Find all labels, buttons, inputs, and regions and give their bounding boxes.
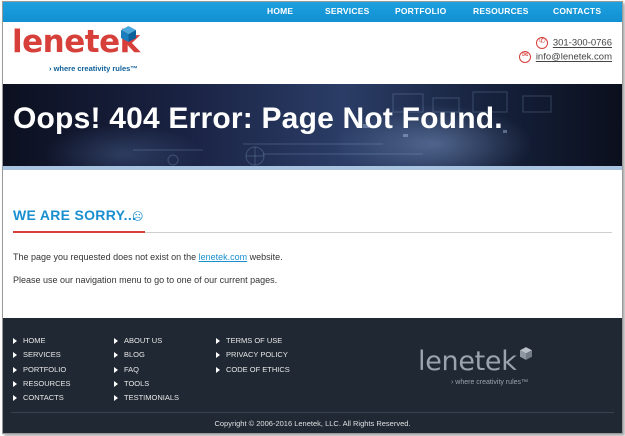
heading-underline — [145, 232, 612, 233]
nav-contacts[interactable]: CONTACTS — [553, 6, 601, 16]
footer-link-contacts[interactable]: CONTACTS — [13, 391, 71, 405]
footer-column-2: ABOUT US BLOG FAQ TOOLS TESTIMONIALS — [114, 334, 179, 405]
site-link[interactable]: lenetek.com — [199, 252, 248, 262]
footer-link-label: PRIVACY POLICY — [226, 350, 288, 360]
footer-link-terms[interactable]: TERMS OF USE — [216, 334, 290, 348]
phone-icon: ✆ — [535, 36, 548, 49]
top-nav: HOME SERVICES PORTFOLIO RESOURCES CONTAC… — [3, 2, 622, 22]
footer-link-label: SERVICES — [23, 350, 61, 360]
heading-underline-accent — [13, 231, 145, 233]
triangle-bullet-icon — [114, 380, 118, 387]
footer-column-1: HOME SERVICES PORTFOLIO RESOURCES CONTAC… — [13, 334, 71, 405]
footer-link-label: CODE OF ETHICS — [226, 364, 290, 374]
footer-link-testimonials[interactable]: TESTIMONIALS — [114, 391, 179, 405]
footer-link-home[interactable]: HOME — [13, 334, 71, 348]
copyright: Copyright © 2006-2016 Lenetek, LLC. All … — [214, 419, 411, 428]
triangle-bullet-icon — [114, 352, 118, 359]
footer-link-label: BLOG — [124, 350, 145, 360]
triangle-bullet-icon — [114, 338, 118, 345]
error-message-text-end: website. — [247, 252, 283, 262]
triangle-bullet-icon — [13, 366, 17, 373]
triangle-bullet-icon — [114, 395, 118, 402]
footer: HOME SERVICES PORTFOLIO RESOURCES CONTAC… — [3, 318, 622, 433]
nav-resources[interactable]: RESOURCES — [473, 6, 529, 16]
footer-link-label: ABOUT US — [124, 336, 163, 345]
footer-divider — [11, 412, 614, 413]
triangle-bullet-icon — [114, 366, 118, 373]
hero-banner: Oops! 404 Error: Page Not Found. — [3, 84, 622, 170]
footer-link-label: TERMS OF USE — [226, 336, 283, 345]
footer-link-label: HOME — [23, 336, 46, 345]
footer-link-blog[interactable]: BLOG — [114, 348, 179, 362]
navigation-hint: Please use our navigation menu to go to … — [13, 275, 278, 285]
footer-link-tools[interactable]: TOOLS — [114, 377, 179, 391]
sorry-heading: WE ARE SORRY... — [13, 207, 137, 223]
page-title: Oops! 404 Error: Page Not Found. — [13, 102, 503, 135]
phone-contact: ✆ 301-300-0766 — [535, 36, 612, 49]
cube-logo-icon — [121, 26, 136, 42]
footer-link-resources[interactable]: RESOURCES — [13, 377, 71, 391]
nav-portfolio[interactable]: PORTFOLIO — [395, 6, 446, 16]
email-link[interactable]: info@lenetek.com — [536, 52, 612, 63]
triangle-bullet-icon — [216, 352, 220, 359]
cube-logo-icon — [520, 347, 532, 360]
footer-link-label: CONTACTS — [23, 393, 64, 403]
nav-home[interactable]: HOME — [267, 6, 293, 16]
footer-logo-tagline: › where creativity rules™ — [451, 379, 529, 386]
footer-logo-wordmark: lenetek — [418, 346, 517, 377]
sad-face-icon: ☹ — [132, 211, 144, 223]
error-message: The page you requested does not exist on… — [13, 252, 283, 262]
footer-link-label: RESOURCES — [23, 378, 71, 388]
triangle-bullet-icon — [13, 395, 17, 402]
footer-link-label: FAQ — [124, 364, 140, 374]
phone-link[interactable]: 301-300-0766 — [553, 38, 612, 49]
main-content: WE ARE SORRY... ☹ The page you requested… — [3, 174, 622, 318]
triangle-bullet-icon — [216, 338, 220, 345]
triangle-bullet-icon — [13, 338, 17, 345]
footer-link-services[interactable]: SERVICES — [13, 348, 71, 362]
footer-link-privacy[interactable]: PRIVACY POLICY — [216, 348, 290, 362]
email-contact: ✉ info@lenetek.com — [518, 50, 612, 63]
email-icon: ✉ — [518, 50, 531, 63]
footer-link-label: TESTIMONIALS — [124, 393, 180, 403]
footer-link-faq[interactable]: FAQ — [114, 363, 179, 377]
page-frame: HOME SERVICES PORTFOLIO RESOURCES CONTAC… — [2, 1, 623, 434]
triangle-bullet-icon — [13, 352, 17, 359]
footer-link-label: TOOLS — [124, 378, 150, 388]
footer-link-about-us[interactable]: ABOUT US — [114, 334, 179, 348]
nav-services[interactable]: SERVICES — [325, 6, 369, 16]
logo-tagline: › where creativity rules™ — [49, 64, 138, 73]
hero-bottom-strip — [3, 166, 622, 170]
footer-column-3: TERMS OF USE PRIVACY POLICY CODE OF ETHI… — [216, 334, 290, 377]
footer-link-label: PORTFOLIO — [23, 364, 67, 374]
footer-link-ethics[interactable]: CODE OF ETHICS — [216, 363, 290, 377]
footer-link-portfolio[interactable]: PORTFOLIO — [13, 363, 71, 377]
error-message-text: The page you requested does not exist on… — [13, 252, 199, 262]
header: lenetek › where creativity rules™ ✆ 301-3… — [3, 22, 622, 84]
triangle-bullet-icon — [216, 366, 220, 373]
triangle-bullet-icon — [13, 380, 17, 387]
